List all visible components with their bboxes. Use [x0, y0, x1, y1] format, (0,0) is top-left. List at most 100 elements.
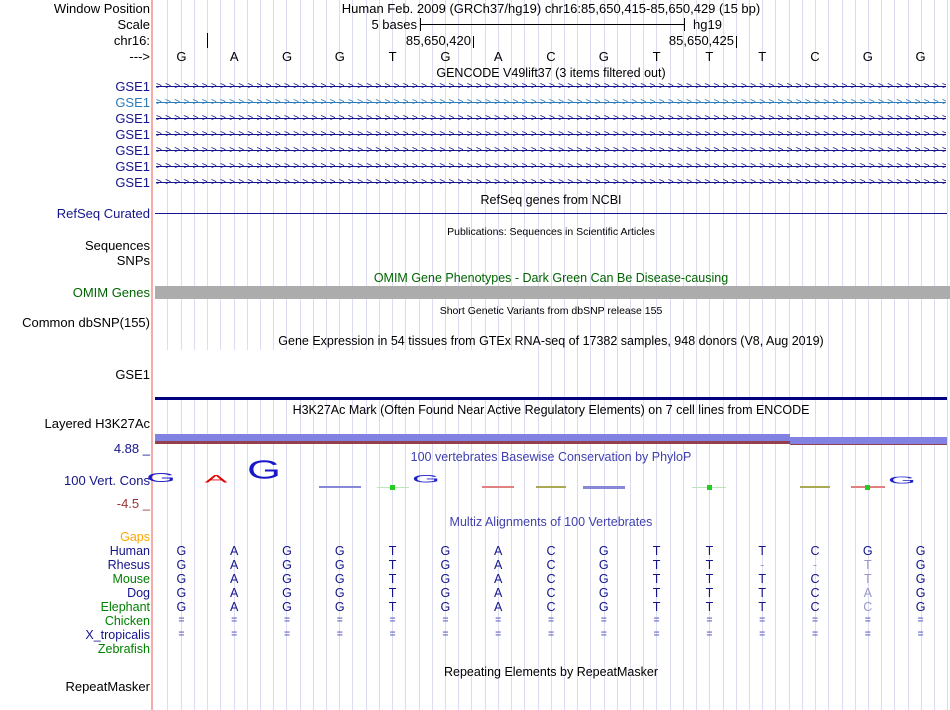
gencode-item-label[interactable]: GSE1 [0, 159, 150, 175]
logo-mark [318, 486, 361, 488]
logo-mark [800, 486, 830, 488]
alignment-base: T [705, 544, 714, 558]
alignment-base: G [915, 572, 926, 586]
alignment-gap-equals: = [653, 629, 660, 640]
omim-track-title[interactable]: OMIM Gene Phenotypes - Dark Green Can Be… [155, 270, 947, 286]
transcript-arrow-line: >>>>>>>>>>>>>>>>>>>>>>>>>>>>>>>>>>>>>>>>… [156, 96, 946, 110]
h3k27ac-layer-blue [790, 437, 947, 444]
sequences-label[interactable]: Sequences [0, 238, 150, 254]
alignment-base: C [810, 586, 820, 600]
alignment-gap-equals: = [653, 615, 660, 626]
gencode-item-label[interactable]: GSE1 [0, 143, 150, 159]
alignment-base: A [230, 572, 239, 586]
alignment-gap-equals: = [336, 629, 343, 640]
alignment-gap-equals: = [600, 615, 607, 626]
alignment-base: G [334, 586, 345, 600]
species-label-zebrafish[interactable]: Zebrafish [0, 641, 150, 657]
alignment-base: A [863, 586, 872, 600]
publications-track-title[interactable]: Publications: Sequences in Scientific Ar… [155, 224, 947, 240]
alignment-base: G [440, 558, 451, 572]
multiz-track-title[interactable]: Multiz Alignments of 100 Vertebrates [155, 514, 947, 530]
alignment-base: A [494, 544, 503, 558]
gencode-item-label[interactable]: GSE1 [0, 111, 150, 127]
base-letter: G [176, 49, 187, 64]
gencode-item-label[interactable]: GSE1 [0, 79, 150, 95]
alignment-base: G [598, 544, 609, 558]
alignment-base: T [705, 558, 714, 572]
layered-h3k27ac-label[interactable]: Layered H3K27Ac [0, 416, 150, 432]
alignment-base: T [758, 600, 766, 614]
alignment-base: A [494, 600, 503, 614]
repeatmasker-label[interactable]: RepeatMasker [0, 679, 150, 695]
alignment-base: G [282, 600, 292, 614]
alignment-base: T [705, 572, 714, 586]
alignment-gap-equals: = [759, 615, 766, 626]
alignment-gap-equals: = [495, 629, 502, 640]
genome-browser-image: Window Position Human Feb. 2009 (GRCh37/… [0, 0, 950, 710]
transcript-arrow-line: >>>>>>>>>>>>>>>>>>>>>>>>>>>>>>>>>>>>>>>>… [156, 112, 946, 126]
alignment-base: T [758, 586, 766, 600]
alignment-base: G [176, 572, 187, 586]
refseq-curated-label[interactable]: RefSeq Curated [0, 206, 150, 222]
logo-letter-glyph: G [146, 471, 177, 486]
alignment-gap-equals: = [548, 629, 554, 640]
scale-bar [420, 24, 684, 25]
vert-cons-label[interactable]: 100 Vert. Cons [0, 473, 150, 489]
coordinate-tick-mark [473, 36, 474, 48]
alignment-base: G [915, 558, 926, 572]
gtex-gene-label[interactable]: GSE1 [0, 367, 150, 383]
direction-chevrons: >>>>>>>>>>>>>>>>>>>>>>>>>>>>>>>>>>>>>>>>… [156, 81, 946, 92]
alignment-base: T [652, 600, 661, 614]
alignment-gap-equals: = [178, 629, 185, 640]
alignment-gap-equals: = [442, 615, 449, 626]
logo-mark [582, 485, 625, 489]
gtex-track-title[interactable]: Gene Expression in 54 tissues from GTEx … [155, 333, 947, 349]
alignment-base: G [282, 586, 292, 600]
repeatmasker-track-title[interactable]: Repeating Elements by RepeatMasker [155, 664, 947, 680]
common-dbsnp-label[interactable]: Common dbSNP(155) [0, 315, 150, 331]
gencode-item-label[interactable]: GSE1 [0, 95, 150, 111]
dbsnp-track-title[interactable]: Short Genetic Variants from dbSNP releas… [155, 303, 947, 319]
alignment-base: T [388, 572, 397, 586]
direction-chevrons: >>>>>>>>>>>>>>>>>>>>>>>>>>>>>>>>>>>>>>>>… [156, 113, 946, 124]
scale-bar-end-tick [420, 18, 421, 31]
alignment-gap-equals: = [864, 629, 871, 640]
logo-letter-glyph: G [412, 473, 441, 486]
scale-label: Scale [117, 17, 150, 32]
base-letter: T [705, 49, 714, 64]
base-letter: C [546, 49, 556, 64]
gencode-item-label[interactable]: GSE1 [0, 127, 150, 143]
alignment-base: T [863, 572, 872, 586]
alignment-base: T [705, 600, 714, 614]
omim-genes-label[interactable]: OMIM Genes [0, 285, 150, 301]
transcript-arrow-line: >>>>>>>>>>>>>>>>>>>>>>>>>>>>>>>>>>>>>>>>… [156, 144, 946, 158]
direction-chevrons: >>>>>>>>>>>>>>>>>>>>>>>>>>>>>>>>>>>>>>>>… [156, 129, 946, 140]
alignment-base: G [440, 572, 451, 586]
alignment-base: C [546, 600, 556, 614]
h3k27ac-layer-maroon [790, 444, 947, 445]
transcript-arrow-line: >>>>>>>>>>>>>>>>>>>>>>>>>>>>>>>>>>>>>>>>… [156, 128, 946, 142]
alignment-gap-equals: = [812, 615, 818, 626]
alignment-base: G [440, 544, 451, 558]
logo-mark [865, 484, 871, 490]
direction-chevrons: >>>>>>>>>>>>>>>>>>>>>>>>>>>>>>>>>>>>>>>>… [156, 177, 946, 188]
alignment-gap-equals: = [864, 615, 871, 626]
alignment-base: C [546, 544, 556, 558]
alignment-base: G [334, 544, 345, 558]
base-letter: C [810, 49, 820, 64]
snps-label[interactable]: SNPs [0, 253, 150, 269]
gridline [947, 0, 949, 710]
gencode-item-label[interactable]: GSE1 [0, 175, 150, 191]
alignment-gap-equals: = [284, 615, 290, 626]
alignment-gap-equals: = [812, 629, 818, 640]
alignment-base: T [388, 544, 397, 558]
alignment-gap-equals: = [231, 629, 238, 640]
h3k27ac-track-title[interactable]: H3K27Ac Mark (Often Found Near Active Re… [155, 402, 947, 418]
track-left-guide-line [151, 0, 153, 710]
alignment-base: T [652, 544, 661, 558]
refseq-track-title[interactable]: RefSeq genes from NCBI [155, 192, 947, 208]
gencode-track-title[interactable]: GENCODE V49lift37 (3 items filtered out) [155, 65, 947, 81]
chromosome-label: chr16: [113, 33, 150, 48]
base-letter: G [862, 49, 873, 64]
alignment-base: A [230, 600, 239, 614]
